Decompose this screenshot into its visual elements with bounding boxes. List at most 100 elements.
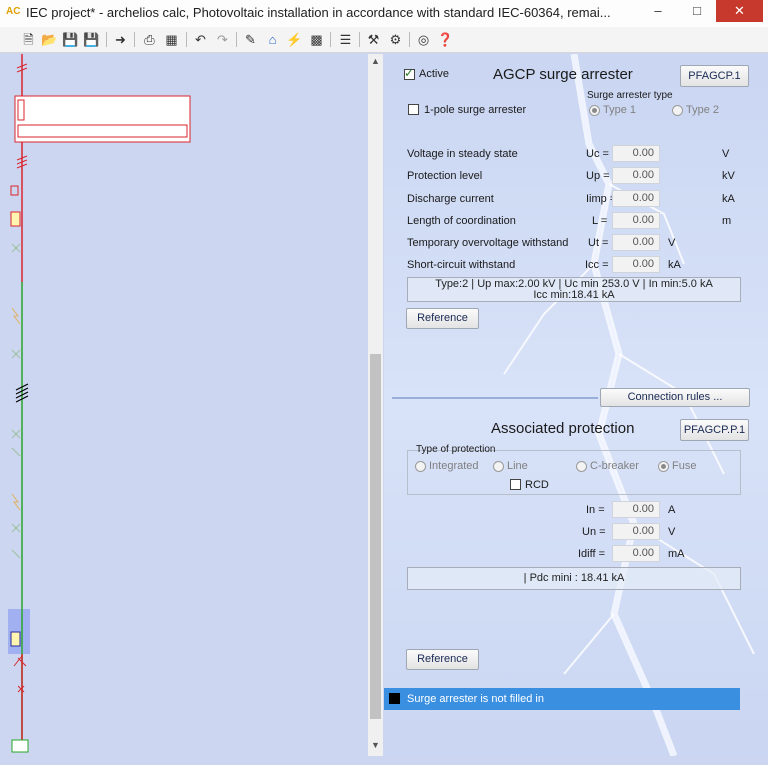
properties-panel: ✓ Active AGCP surge arrester PFAGCP.1 Su… [384,54,768,756]
chart-icon[interactable]: ▩ [308,31,325,48]
grid-connection-box [14,95,191,143]
icc-symbol: Icc = [585,259,609,271]
toolbar-separator [409,32,410,47]
iimp-input[interactable]: 0.00 [612,190,660,207]
scrollbar-thumb[interactable] [370,354,381,719]
one-pole-label: 1-pole surge arrester [424,104,527,116]
in-unit: A [668,504,676,516]
status-indicator-icon [389,693,400,704]
type2-radio[interactable] [672,105,683,116]
type2-label: Type 2 [686,104,720,116]
tools-icon[interactable]: ⚒ [365,31,382,48]
cable-mark [16,155,28,169]
ut-unit: V [668,237,676,249]
pv-array-symbol [11,739,29,753]
arrester-requirements-box: Type:2 | Up max:2.00 kV | Uc min 253.0 V… [407,277,741,302]
rcd-checkbox[interactable] [510,479,521,490]
arrester-requirements-line2: Icc min:18.41 kA [533,289,615,301]
idiff-input[interactable]: 0.00 [612,545,660,562]
check-mark-icon: ✓ [404,66,415,80]
line-radio[interactable] [493,461,504,472]
close-button[interactable]: ✕ [716,0,763,22]
open-icon[interactable]: 📂 [41,31,58,48]
surge-arrester-symbol [10,631,21,647]
ut-symbol: Ut = [588,237,609,249]
support-icon[interactable]: ◎ [415,31,432,48]
uc-symbol: Uc = [586,148,609,160]
toolbar-separator [106,32,107,47]
switch-symbol [11,447,21,457]
toolbar-separator [186,32,187,47]
un-input[interactable]: 0.00 [612,523,660,540]
earth-symbol [17,685,25,693]
lightning-icon[interactable]: ⚡ [286,31,303,48]
database-icon[interactable]: ☰ [337,31,354,48]
protection-type-group [407,450,741,495]
length-symbol: L = [592,215,608,227]
vertical-scrollbar[interactable]: ▲ ▼ [368,54,383,756]
minimize-button[interactable]: – [641,0,675,22]
type1-label: Type 1 [603,104,637,116]
toolbar-separator [236,32,237,47]
switch-symbol [11,523,21,533]
new-icon[interactable]: 🗎 [20,31,37,48]
arrester-title: AGCP surge arrester [493,66,633,83]
c-breaker-radio[interactable] [576,461,587,472]
import-icon[interactable]: ➜ [112,31,129,48]
app-logo: AC [6,6,21,17]
undo-icon[interactable]: ↶ [192,31,209,48]
scroll-down-icon[interactable]: ▼ [368,740,383,750]
length-input[interactable]: 0.00 [612,212,660,229]
protection-code-button[interactable]: PFAGCP.P.1 [680,419,749,441]
scroll-up-icon[interactable]: ▲ [368,56,383,66]
surge-arrester-symbol [10,211,21,227]
arrester-reference-button[interactable]: Reference [406,308,479,329]
edit-icon[interactable]: ✎ [242,31,259,48]
disconnector-symbol [13,655,27,667]
iimp-unit: kA [722,193,735,205]
switch-symbol [11,429,21,439]
lightning-symbol [11,307,21,325]
home-icon[interactable]: ⌂ [264,31,281,48]
arrester-code-button[interactable]: PFAGCP.1 [680,65,749,87]
protection-reference-button[interactable]: Reference [406,649,479,670]
title-bar: AC IEC project* - archelios calc, Photov… [0,0,768,28]
length-label: Length of coordination [407,215,516,227]
icc-unit: kA [668,259,681,271]
ut-input[interactable]: 0.00 [612,234,660,251]
up-unit: kV [722,170,735,182]
line-label: Line [507,460,528,472]
print-icon[interactable]: ⎙ [141,31,158,48]
iimp-label: Discharge current [407,193,494,205]
export-icon[interactable]: ▦ [163,31,180,48]
icc-label: Short-circuit withstand [407,259,516,271]
save-icon[interactable]: 💾 [62,31,79,48]
type1-radio[interactable] [589,105,600,116]
window-title: IEC project* - archelios calc, Photovolt… [26,5,611,20]
protection-title: Associated protection [491,420,635,437]
in-input[interactable]: 0.00 [612,501,660,518]
uc-input[interactable]: 0.00 [612,145,660,162]
connection-rules-button[interactable]: Connection rules ... [600,388,750,407]
idiff-symbol: Idiff = [578,548,606,560]
one-pole-checkbox[interactable] [408,104,419,115]
uc-label: Voltage in steady state [407,148,518,160]
fuse-radio[interactable] [658,461,669,472]
single-line-diagram[interactable] [8,54,368,756]
settings-icon[interactable]: ⚙ [387,31,404,48]
up-input[interactable]: 0.00 [612,167,660,184]
protection-info-box: | Pdc mini : 18.41 kA [407,567,741,590]
in-symbol: In = [586,504,605,516]
rcd-label: RCD [525,479,549,491]
integrated-label: Integrated [429,460,479,472]
help-icon[interactable]: ❓ [437,31,454,48]
integrated-radio[interactable] [415,461,426,472]
save-as-icon[interactable]: 💾 [83,31,100,48]
lightning-symbol [11,493,21,511]
switch-symbol [11,549,21,559]
icc-input[interactable]: 0.00 [612,256,660,273]
maximize-button[interactable]: □ [680,0,714,22]
redo-icon[interactable]: ↷ [214,31,231,48]
schematic-view[interactable] [8,54,368,756]
status-message: Surge arrester is not filled in [407,693,544,705]
